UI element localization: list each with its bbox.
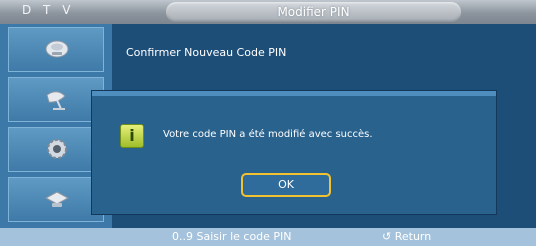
help-bar: 0..9 Saisir le code PIN ↺ Return [0,228,536,246]
sidebar-item-input[interactable] [8,177,104,222]
return-label: Return [394,230,432,243]
settings-gear-icon [47,139,67,159]
source-label: D T V [22,3,75,17]
pin-confirm-heading: Confirmer Nouveau Code PIN [126,46,287,59]
picture-icon [45,40,69,58]
input-icon [44,191,70,207]
sidebar-item-picture[interactable] [8,27,104,72]
sidebar-item-setup[interactable] [8,127,104,172]
info-icon: i [120,124,144,148]
satellite-dish-icon [46,91,66,110]
return-hint[interactable]: ↺ Return [382,230,431,243]
dialog-message: Votre code PIN a été modifié avec succès… [163,129,373,140]
success-dialog: i Votre code PIN a été modifié avec succ… [92,91,496,214]
title-bar: D T V Modifier PIN [0,0,536,24]
page-title: Modifier PIN [166,2,461,22]
ok-button[interactable]: OK [241,173,331,197]
return-icon: ↺ [382,230,392,243]
sidebar-item-channel[interactable] [8,77,104,122]
pin-entry-hint: 0..9 Saisir le code PIN [172,230,292,243]
